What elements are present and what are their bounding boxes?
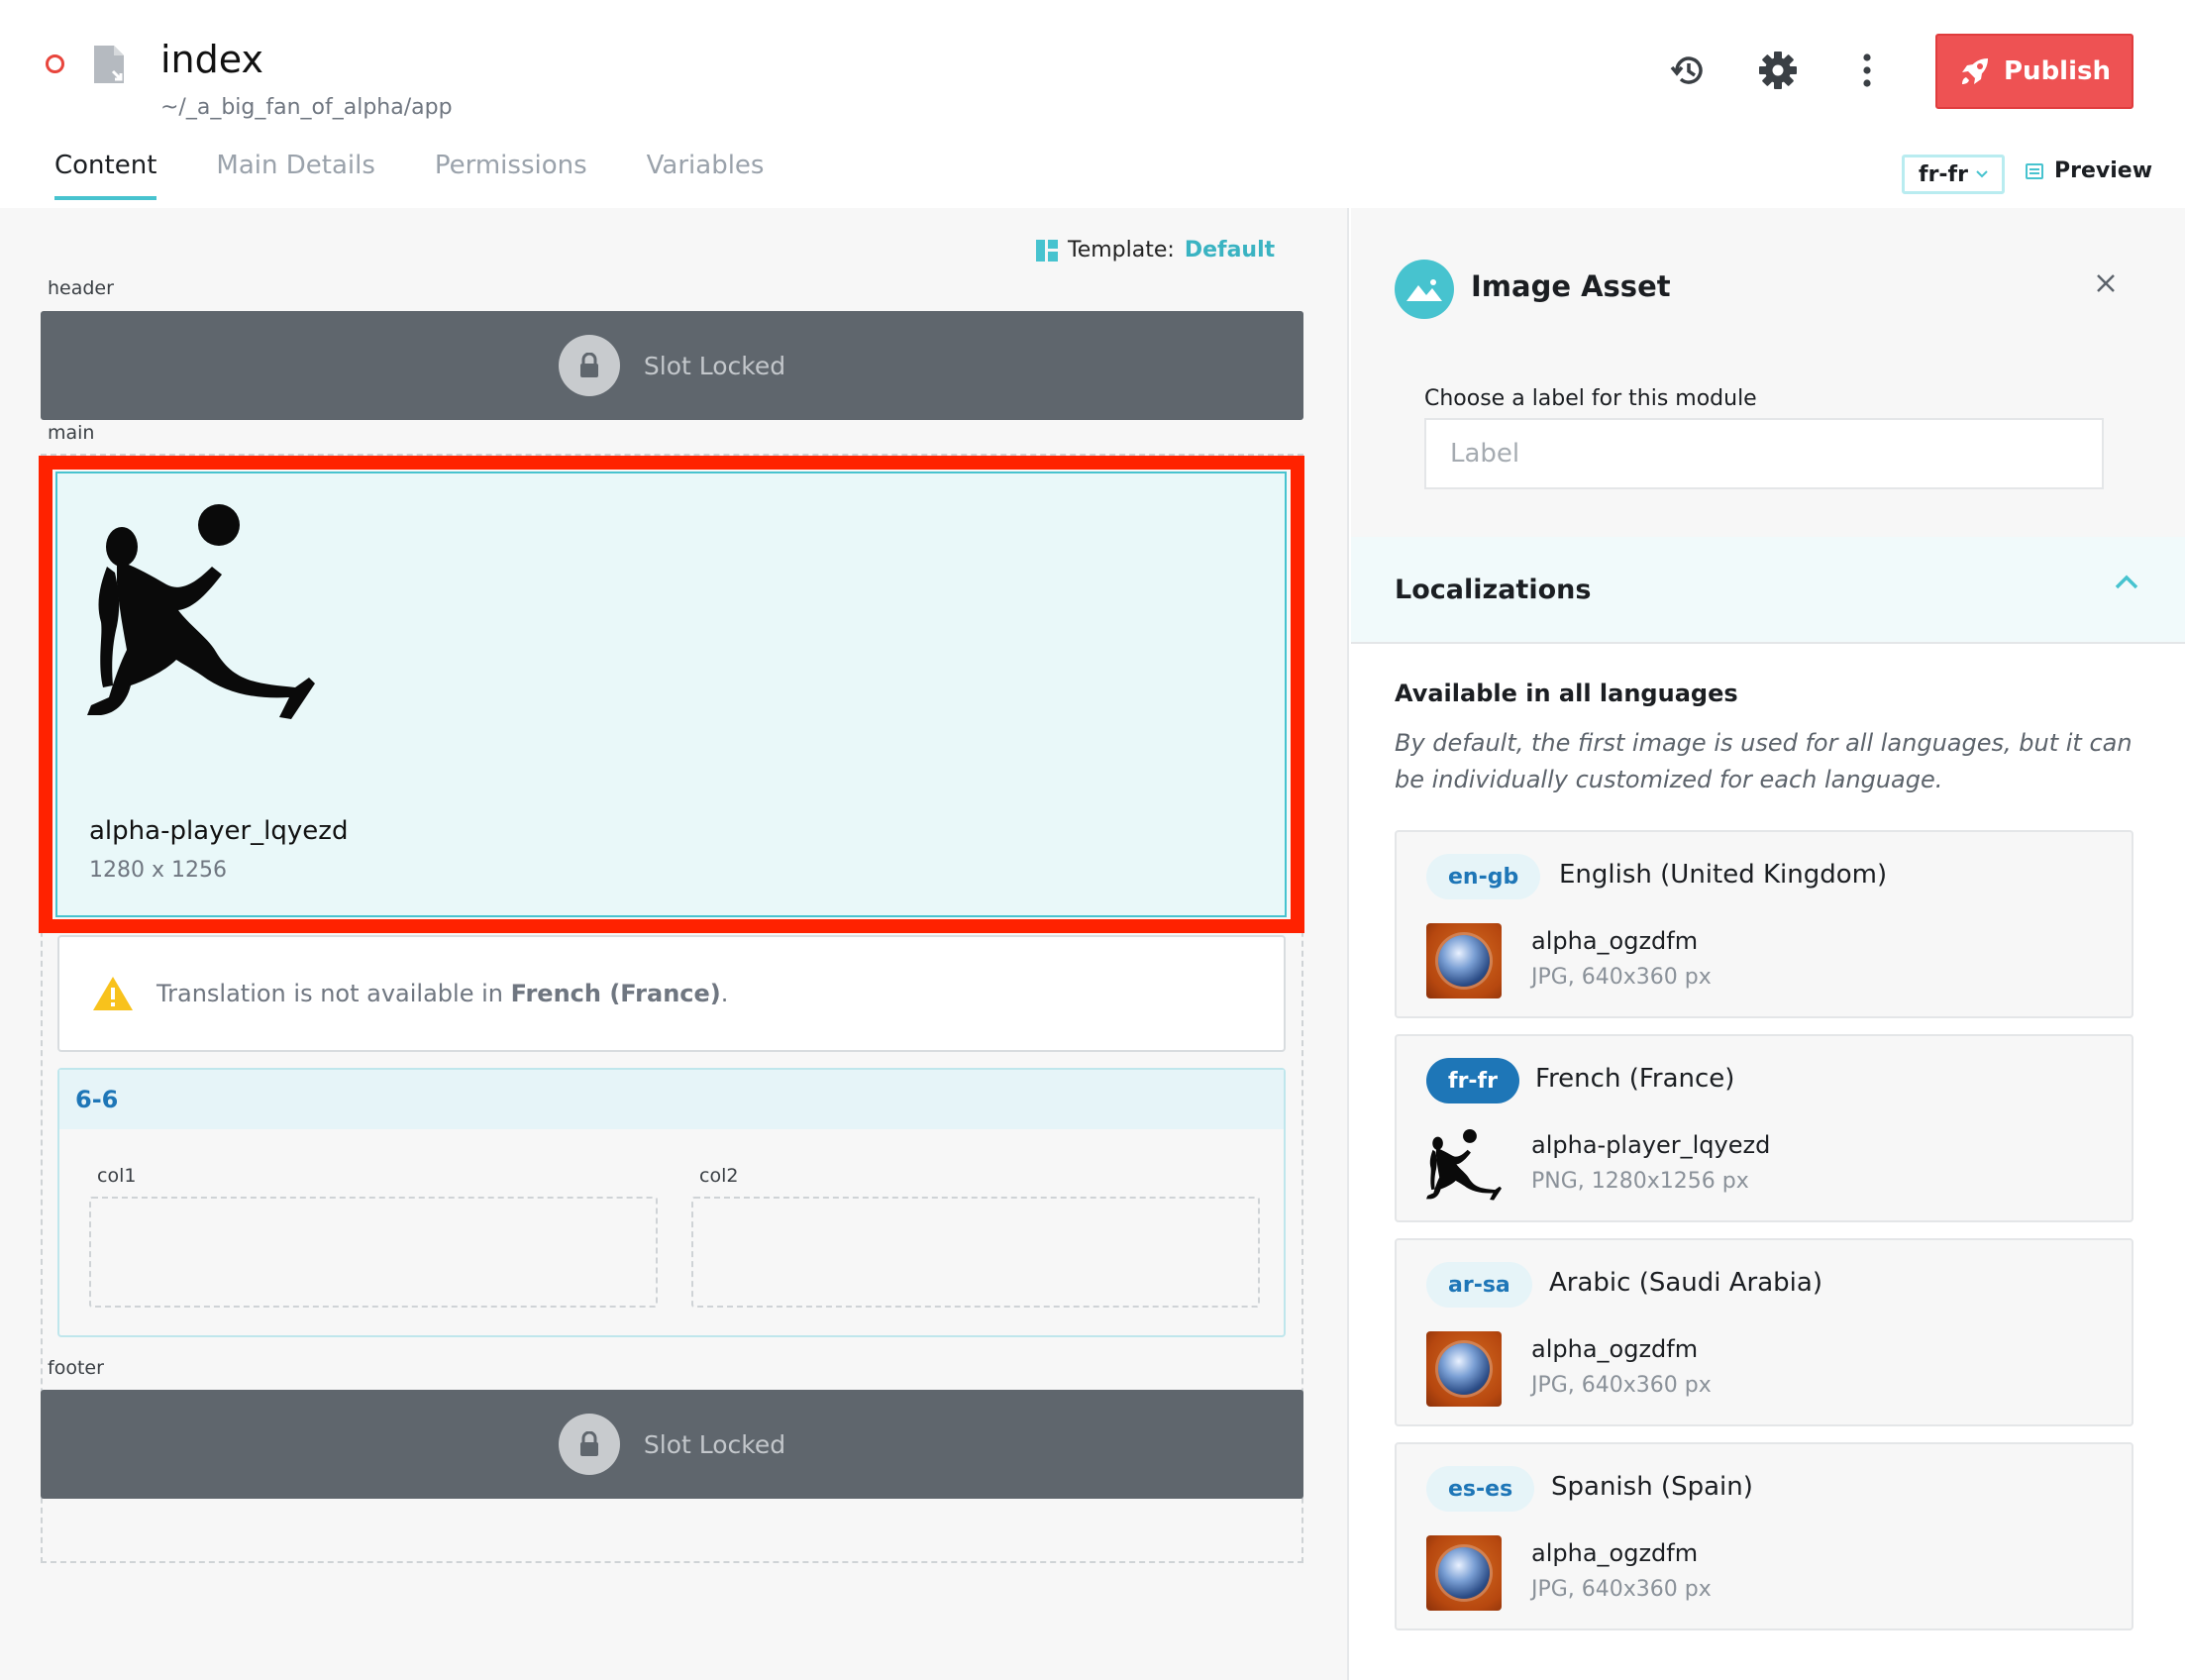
- localizations-title: Localizations: [1395, 574, 1592, 605]
- col2-dropzone[interactable]: [691, 1197, 1260, 1308]
- warning-language: French (France): [510, 980, 721, 1007]
- planet-thumbnail-image: [1426, 923, 1502, 998]
- locale-code-badge: fr-fr: [1426, 1058, 1519, 1103]
- image-asset-icon: [1395, 260, 1454, 319]
- tab-main-details[interactable]: Main Details: [216, 151, 374, 200]
- locale-card-en-gb[interactable]: en-gb English (United Kingdom) alpha_ogz…: [1395, 830, 2133, 1018]
- grid-module-6-6[interactable]: 6-6 col1 col2: [57, 1068, 1286, 1337]
- localizations-accordion[interactable]: Localizations: [1351, 537, 2185, 644]
- locale-file-meta: JPG, 640x360 px: [1531, 1577, 1712, 1602]
- col2-label: col2: [699, 1165, 739, 1187]
- page-canvas: Template: Default header Slot Locked mai…: [0, 208, 1349, 1680]
- module-label-input[interactable]: [1424, 418, 2104, 489]
- top-bar: index ~/_a_big_fan_of_alpha/app Publish …: [0, 0, 2185, 208]
- history-icon: [1670, 56, 1703, 84]
- player-silhouette-image: [87, 504, 315, 719]
- slot-locked-text: Slot Locked: [643, 351, 786, 380]
- locale-language: Arabic (Saudi Arabia): [1549, 1268, 1822, 1298]
- locale-code-badge: es-es: [1426, 1466, 1535, 1512]
- slot-locked-text: Slot Locked: [643, 1429, 786, 1459]
- image-module-filename: alpha-player_lqyezd: [89, 816, 349, 846]
- preview-label: Preview: [2054, 158, 2153, 183]
- template-info[interactable]: Template: Default: [1036, 238, 1275, 262]
- main-slot-label: main: [48, 422, 95, 444]
- panel-title: Image Asset: [1471, 269, 1671, 303]
- locale-value: fr-fr: [1919, 161, 1968, 187]
- image-module-dimensions: 1280 x 1256: [89, 858, 227, 883]
- tab-content[interactable]: Content: [54, 151, 157, 200]
- rocket-icon: [1962, 58, 1988, 84]
- locale-file-meta: JPG, 640x360 px: [1531, 1373, 1712, 1398]
- header-slot-locked: Slot Locked: [41, 311, 1303, 420]
- image-asset-module[interactable]: alpha-player_lqyezd 1280 x 1256: [55, 472, 1287, 917]
- available-description: By default, the first image is used for …: [1395, 729, 2133, 793]
- template-label: Template:: [1068, 238, 1175, 262]
- template-value[interactable]: Default: [1185, 238, 1275, 262]
- more-options-button[interactable]: [1844, 48, 1890, 93]
- col1-label: col1: [97, 1165, 137, 1187]
- locale-file-meta: JPG, 640x360 px: [1531, 965, 1712, 990]
- panel-header: Image Asset Choose a label for this modu…: [1351, 208, 2185, 537]
- tab-permissions[interactable]: Permissions: [435, 151, 587, 200]
- settings-button[interactable]: [1755, 48, 1801, 93]
- locale-card-es-es[interactable]: es-es Spanish (Spain) alpha_ogzdfm JPG, …: [1395, 1442, 2133, 1630]
- publish-button[interactable]: Publish: [1935, 34, 2133, 109]
- grid-module-title: 6-6: [59, 1070, 1284, 1129]
- label-prompt: Choose a label for this module: [1424, 386, 1757, 411]
- locale-language: English (United Kingdom): [1559, 860, 1888, 890]
- preview-button[interactable]: Preview: [2025, 158, 2152, 183]
- locale-code-badge: ar-sa: [1426, 1262, 1532, 1308]
- page-title: index: [160, 38, 263, 81]
- lock-icon: [558, 335, 620, 396]
- gear-icon: [1759, 52, 1797, 89]
- player-thumbnail-image: [1426, 1128, 1502, 1201]
- image-asset-panel: Image Asset Choose a label for this modu…: [1351, 208, 2185, 1680]
- locale-language: Spanish (Spain): [1551, 1472, 1753, 1502]
- page-file-icon: [94, 46, 124, 83]
- locale-language: French (France): [1535, 1064, 1735, 1094]
- chevron-down-icon: [1976, 170, 1988, 178]
- locale-filename: alpha_ogzdfm: [1531, 927, 1699, 955]
- locale-dropdown[interactable]: fr-fr: [1902, 155, 2005, 194]
- translation-warning: Translation is not available in French (…: [57, 935, 1286, 1052]
- warning-text: Translation is not available in French (…: [156, 980, 729, 1007]
- template-layout-icon: [1036, 239, 1058, 262]
- chevron-up-icon: [2115, 575, 2138, 589]
- locale-filename: alpha_ogzdfm: [1531, 1335, 1699, 1363]
- locale-card-fr-fr[interactable]: fr-fr French (France) alpha-player_lqyez…: [1395, 1034, 2133, 1222]
- more-vertical-icon: [1863, 53, 1871, 87]
- tab-variables[interactable]: Variables: [647, 151, 765, 200]
- preview-icon: [2026, 162, 2043, 179]
- locale-code-badge: en-gb: [1426, 854, 1541, 899]
- close-icon[interactable]: [2088, 265, 2124, 301]
- col1-dropzone[interactable]: [89, 1197, 658, 1308]
- lock-icon: [558, 1414, 620, 1475]
- planet-thumbnail-image: [1426, 1535, 1502, 1611]
- footer-slot-label: footer: [48, 1357, 104, 1379]
- locale-card-ar-sa[interactable]: ar-sa Arabic (Saudi Arabia) alpha_ogzdfm…: [1395, 1238, 2133, 1426]
- unpublished-status-icon: [46, 54, 64, 73]
- locale-file-meta: PNG, 1280x1256 px: [1531, 1169, 1749, 1194]
- locale-filename: alpha_ogzdfm: [1531, 1539, 1699, 1567]
- footer-slot-locked: Slot Locked: [41, 1390, 1303, 1499]
- planet-thumbnail-image: [1426, 1331, 1502, 1407]
- history-button[interactable]: [1666, 48, 1712, 93]
- warning-icon: [93, 977, 133, 1010]
- header-slot-label: header: [48, 277, 114, 299]
- page-path: ~/_a_big_fan_of_alpha/app: [160, 95, 453, 120]
- publish-label: Publish: [2004, 56, 2111, 86]
- locale-filename: alpha-player_lqyezd: [1531, 1131, 1771, 1159]
- available-title: Available in all languages: [1395, 680, 1738, 707]
- tab-bar: Content Main Details Permissions Variabl…: [54, 151, 823, 200]
